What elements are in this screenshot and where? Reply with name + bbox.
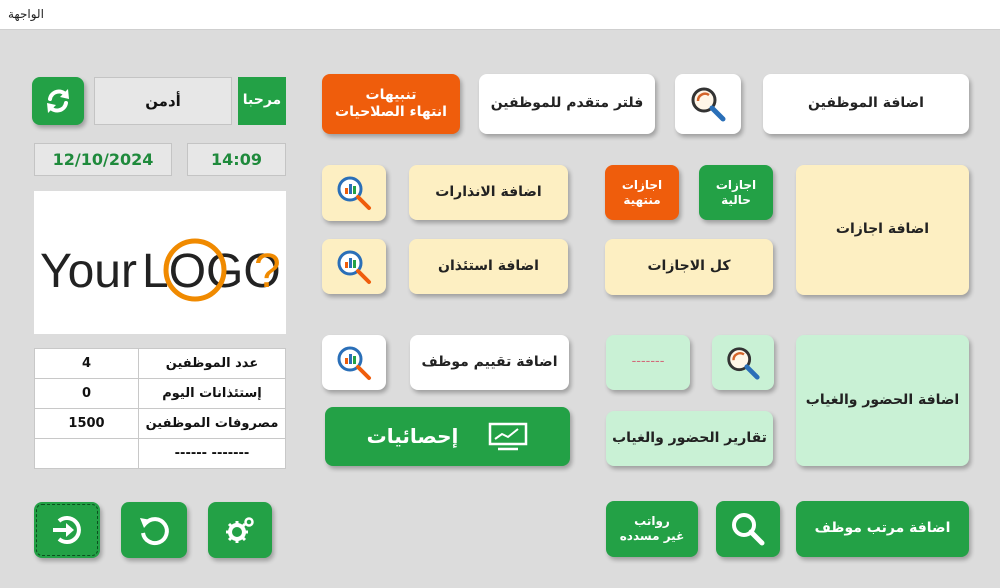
stat-value: 4 [34, 348, 139, 379]
table-row: 1500 مصروفات الموظفين [34, 408, 286, 439]
search-salaries-button[interactable] [716, 501, 780, 557]
welcome-label: مرحبا [238, 77, 286, 125]
logout-button[interactable] [34, 502, 100, 558]
add-leaves-button[interactable]: اضافة اجازات [796, 165, 969, 295]
date-display: 12/10/2024 [34, 143, 172, 176]
current-leaves-line1: اجازات [715, 177, 757, 192]
window-title: الواجهة [8, 7, 44, 21]
attendance-reports-button[interactable]: تقارير الحضور والغياب [606, 411, 773, 466]
stat-label: إستئذانات اليوم [138, 378, 286, 409]
logo-text-dark: Your [40, 245, 137, 298]
add-evaluation-button[interactable]: اضافة تقييم موظف [410, 335, 569, 390]
evaluations-report-button[interactable] [322, 335, 386, 390]
add-warnings-button[interactable]: اضافة الانذارات [409, 165, 568, 220]
expiry-alerts-button[interactable]: تنبيهات انتهاء الصلاحيات [322, 74, 460, 134]
table-row: ------ ------- [34, 438, 286, 469]
magnifier-icon [691, 87, 726, 122]
refresh-button[interactable] [32, 77, 84, 125]
search-icon [732, 513, 765, 546]
add-permission-button[interactable]: اضافة استئذان [409, 239, 568, 294]
settings-button[interactable] [208, 502, 272, 558]
statistics-button[interactable]: إحصائيات [325, 407, 570, 466]
analytics-search-icon [337, 250, 371, 284]
current-leaves-button[interactable]: اجازات حالية [699, 165, 773, 220]
statistics-label: إحصائيات [366, 424, 459, 448]
stat-label: مصروفات الموظفين [138, 408, 286, 439]
add-employees-button[interactable]: اضافة الموظفين [763, 74, 969, 134]
logout-icon [53, 516, 81, 544]
analytics-search-icon [337, 346, 371, 380]
search-employees-button[interactable] [675, 74, 741, 134]
unpaid-salaries-button[interactable]: رواتب غير مسدده [606, 501, 698, 557]
search-attendance-button[interactable] [712, 335, 774, 390]
stat-label: عدد الموظفين [138, 348, 286, 379]
table-row: 4 عدد الموظفين [34, 348, 286, 379]
unpaid-salaries-line2: غير مسدده [619, 529, 685, 543]
attendance-filter-field[interactable]: ------- [606, 335, 690, 390]
refresh-icon [47, 89, 69, 113]
add-attendance-button[interactable]: اضافة الحضور والغياب [796, 335, 969, 466]
ended-leaves-button[interactable]: اجازات منتهية [605, 165, 679, 220]
advanced-filter-button[interactable]: فلتر متقدم للموظفين [479, 74, 655, 134]
undo-button[interactable] [121, 502, 187, 558]
title-bar: الواجهة [0, 0, 1000, 30]
ended-leaves-line1: اجازات [621, 177, 663, 192]
time-display: 14:09 [187, 143, 286, 176]
add-salary-button[interactable]: اضافة مرتب موظف [796, 501, 969, 557]
stat-value [34, 438, 139, 469]
all-leaves-button[interactable]: كل الاجازات [605, 239, 773, 295]
current-leaves-line2: حالية [721, 192, 751, 207]
permissions-report-button[interactable] [322, 239, 386, 294]
expiry-alerts-line2: انتهاء الصلاحيات [335, 104, 447, 120]
magnifier-icon [727, 346, 760, 380]
ended-leaves-line2: منتهية [623, 192, 661, 207]
stats-table: 4 عدد الموظفين 0 إستئذانات اليوم 1500 مص… [34, 348, 286, 469]
analytics-search-icon [337, 176, 371, 210]
undo-icon [140, 517, 169, 546]
expiry-alerts-line1: تنبيهات [365, 86, 417, 103]
gear-icon [226, 517, 254, 543]
user-name: أدمن [94, 77, 232, 125]
company-logo: Your LOGO ? [34, 191, 286, 334]
stat-value: 0 [34, 378, 139, 409]
logo-mark: ? [254, 245, 281, 298]
unpaid-salaries-line1: رواتب [634, 514, 670, 528]
stat-value: 1500 [34, 408, 139, 439]
table-row: 0 إستئذانات اليوم [34, 378, 286, 409]
stat-label: ------ ------- [138, 438, 286, 469]
monitor-chart-icon [489, 422, 528, 450]
warnings-report-button[interactable] [322, 165, 386, 221]
